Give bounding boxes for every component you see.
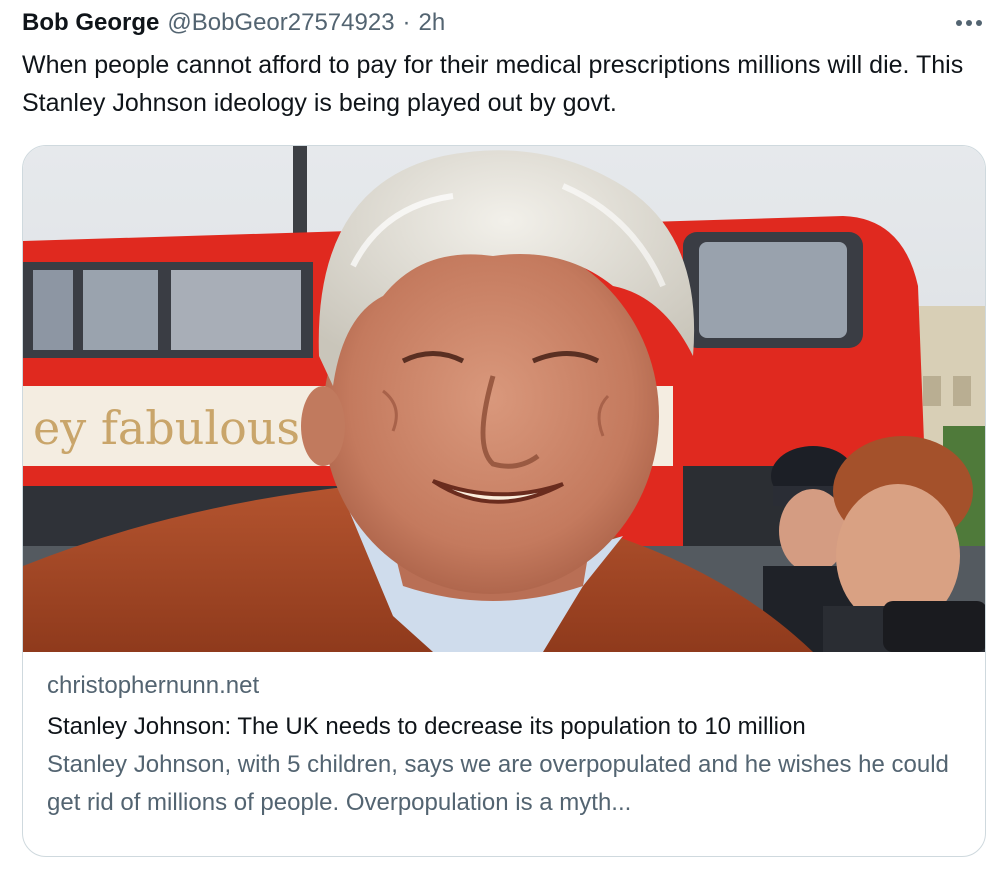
card-meta[interactable]: christophernunn.net Stanley Johnson: The…	[47, 669, 967, 822]
card-description: Stanley Johnson, with 5 children, says w…	[47, 751, 949, 816]
tweet[interactable]: Bob George @BobGeor27574923 · 2h When pe…	[0, 0, 1000, 874]
card-domain: christophernunn.net	[47, 672, 260, 699]
lamp-pole	[293, 146, 307, 236]
more-horizontal-icon	[956, 20, 982, 26]
link-preview-card[interactable]: ey fabulous christophernunn.net Stanley …	[22, 145, 986, 857]
tweet-text: When people cannot afford to pay for the…	[22, 51, 964, 117]
author-display-name[interactable]: Bob George	[22, 6, 159, 40]
bus-advert-text: ey fabulous	[33, 401, 300, 455]
tweet-header: Bob George @BobGeor27574923 · 2h	[22, 6, 930, 40]
camera	[883, 601, 985, 652]
author-handle[interactable]: @BobGeor27574923	[167, 6, 394, 40]
card-title: Stanley Johnson: The UK needs to decreas…	[47, 713, 806, 740]
card-image[interactable]: ey fabulous	[23, 146, 986, 652]
tweet-timestamp[interactable]: 2h	[419, 6, 446, 40]
header-separator: ·	[402, 9, 411, 36]
more-options-button[interactable]	[952, 10, 986, 36]
